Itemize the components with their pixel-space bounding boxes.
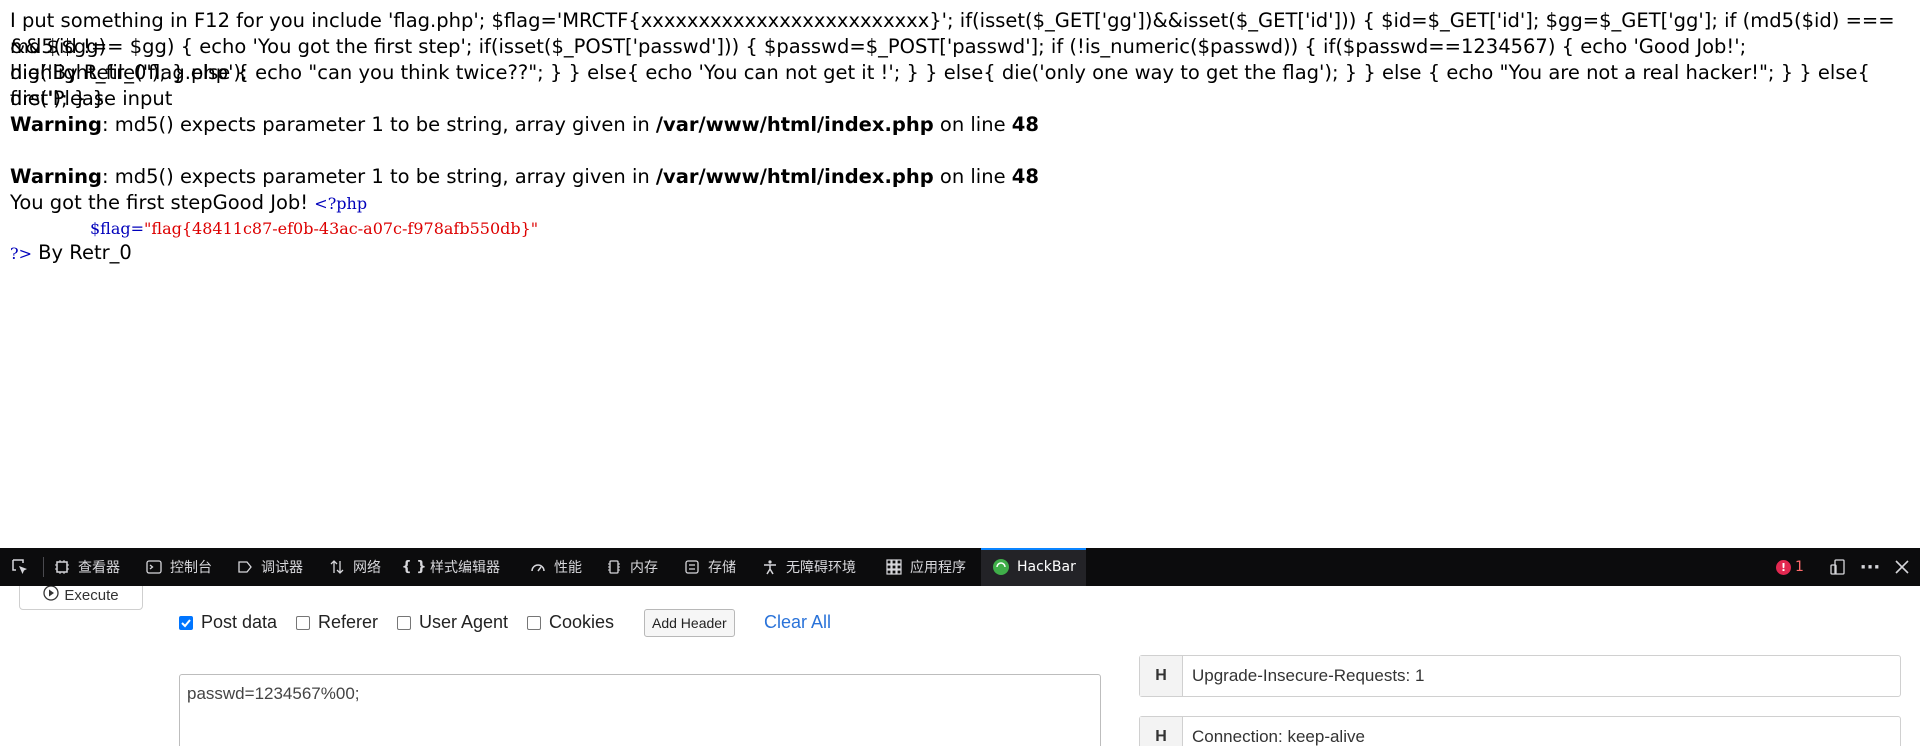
- toolbar-divider: [43, 557, 44, 577]
- php-open-tag: <?php: [314, 194, 368, 213]
- tab-storage[interactable]: 存储: [682, 548, 736, 586]
- ellipsis-icon: ···: [1859, 556, 1881, 578]
- execute-label: Execute: [64, 586, 119, 604]
- tab-label: 调试器: [261, 560, 303, 576]
- picker-icon: [10, 557, 30, 577]
- header-key: H: [1140, 656, 1183, 696]
- network-icon: [327, 557, 347, 577]
- warning-on-line: on line: [933, 113, 1012, 136]
- tab-label: 控制台: [170, 560, 212, 576]
- tab-label: 无障碍环境: [786, 560, 856, 576]
- option-label: User Agent: [419, 612, 509, 632]
- tab-label: 性能: [554, 560, 582, 576]
- by-text: By Retr_0: [31, 241, 132, 264]
- tab-inspector[interactable]: 查看器: [52, 548, 120, 586]
- tab-debugger[interactable]: 调试器: [235, 548, 303, 586]
- flag-variable: $flag=: [90, 219, 145, 238]
- memory-icon: [604, 557, 624, 577]
- warning-line-number: 48: [1011, 113, 1039, 136]
- tab-label: 查看器: [78, 560, 120, 576]
- result-text: You got the first stepGood Job!: [10, 191, 315, 214]
- flag-line: $flag="flag{48411c87-ef0b-43ac-a07c-f978…: [90, 216, 1920, 242]
- warning-on-line: on line: [933, 165, 1012, 188]
- console-icon: [144, 557, 164, 577]
- header-row[interactable]: H Upgrade-Insecure-Requests: 1: [1139, 655, 1901, 697]
- warning-message: Warning: md5() expects parameter 1 to be…: [10, 112, 1910, 138]
- php-close-tag: ?>: [10, 244, 32, 263]
- tab-application[interactable]: 应用程序: [884, 548, 966, 586]
- source-line-4: first'); } }: [10, 87, 105, 110]
- warning-text: : md5() expects parameter 1 to be string…: [102, 165, 656, 188]
- application-icon: [884, 557, 904, 577]
- warning-path: /var/www/html/index.php: [655, 165, 934, 188]
- tab-hackbar[interactable]: HackBar: [981, 548, 1086, 586]
- checkbox-user-agent[interactable]: [397, 615, 411, 630]
- result-line: You got the first stepGood Job! <?php: [10, 190, 1910, 217]
- tab-label: HackBar: [1017, 559, 1076, 575]
- header-value[interactable]: Upgrade-Insecure-Requests: 1: [1183, 656, 1424, 696]
- tab-console[interactable]: 控制台: [144, 548, 212, 586]
- page-content: I put something in F12 for you include '…: [0, 0, 1920, 548]
- warning-path: /var/www/html/index.php: [655, 113, 934, 136]
- warning-text: : md5() expects parameter 1 to be string…: [102, 113, 656, 136]
- close-icon: [1892, 557, 1912, 577]
- warning-message: Warning: md5() expects parameter 1 to be…: [10, 164, 1910, 190]
- header-value[interactable]: Connection: keep-alive: [1183, 717, 1365, 746]
- error-icon: !: [1776, 559, 1791, 575]
- tab-style-editor[interactable]: { } 样式编辑器: [401, 548, 500, 586]
- flag-value: "flag{48411c87-ef0b-43ac-a07c-f978afb550…: [144, 219, 539, 238]
- tab-label: 应用程序: [910, 560, 966, 576]
- inspector-icon: [52, 557, 72, 577]
- error-count-badge[interactable]: ! 1: [1776, 548, 1804, 586]
- add-header-button[interactable]: Add Header: [644, 609, 735, 637]
- responsive-design-button[interactable]: [1828, 548, 1848, 586]
- element-picker-button[interactable]: [10, 548, 30, 586]
- option-cookies[interactable]: Cookies: [527, 612, 614, 633]
- option-label: Referer: [318, 612, 379, 632]
- checkbox-referer[interactable]: [296, 615, 310, 630]
- warning-label: Warning: [10, 165, 102, 188]
- option-user-agent[interactable]: User Agent: [397, 612, 508, 633]
- debugger-icon: [235, 557, 255, 577]
- clear-all-link[interactable]: Clear All: [764, 612, 831, 633]
- option-referer[interactable]: Referer: [296, 612, 378, 633]
- devtools-toolbar: 查看器 控制台 调试器 网络 { } 样式编辑器 性能 内存 存储 无障碍环境 …: [0, 548, 1920, 586]
- checkbox-post-data[interactable]: [179, 615, 193, 630]
- performance-icon: [528, 557, 548, 577]
- close-devtools-button[interactable]: [1892, 548, 1912, 586]
- warning-line-number: 48: [1011, 165, 1039, 188]
- option-label: Cookies: [549, 612, 615, 632]
- hackbar-icon: [991, 557, 1011, 577]
- storage-icon: [682, 557, 702, 577]
- option-label: Post data: [201, 612, 278, 632]
- header-row[interactable]: H Connection: keep-alive: [1139, 716, 1901, 746]
- tab-accessibility[interactable]: 无障碍环境: [760, 548, 856, 586]
- closing-line: ?> By Retr_0: [10, 240, 1910, 267]
- tab-label: 存储: [708, 560, 736, 576]
- tab-memory[interactable]: 内存: [604, 548, 658, 586]
- checkbox-cookies[interactable]: [527, 615, 541, 630]
- tab-label: 内存: [630, 560, 658, 576]
- style-editor-icon: { }: [401, 559, 427, 575]
- tab-performance[interactable]: 性能: [528, 548, 582, 586]
- responsive-design-icon: [1828, 557, 1848, 577]
- error-count: 1: [1795, 559, 1804, 575]
- hackbar-panel: Execute Post data Referer User Agent Coo…: [0, 586, 1920, 746]
- play-icon: [43, 586, 60, 605]
- post-data-textarea[interactable]: passwd=1234567%00;: [179, 674, 1101, 746]
- execute-button[interactable]: Execute: [19, 586, 143, 610]
- warning-label: Warning: [10, 113, 102, 136]
- header-key: H: [1140, 717, 1183, 746]
- option-post-data[interactable]: Post data: [179, 612, 277, 633]
- accessibility-icon: [760, 557, 780, 577]
- tab-label: 样式编辑器: [430, 560, 500, 576]
- more-options-button[interactable]: ···: [1859, 548, 1881, 586]
- tab-network[interactable]: 网络: [327, 548, 381, 586]
- tab-label: 网络: [353, 560, 381, 576]
